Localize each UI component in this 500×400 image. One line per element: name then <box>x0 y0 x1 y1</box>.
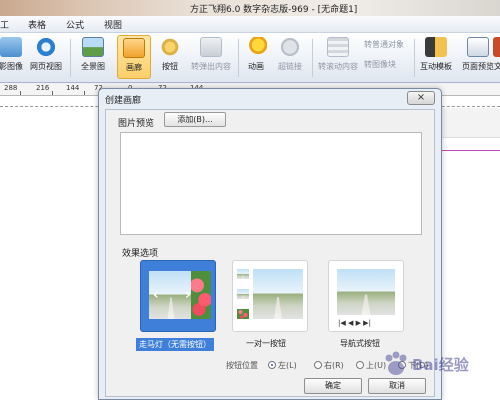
popup-icon <box>200 37 222 57</box>
ribbon-convert-image-block[interactable]: 转图像块 <box>364 59 396 70</box>
gallery-icon <box>123 38 145 58</box>
effect-option-carousel-label: 走马灯（无需按钮） <box>136 338 214 351</box>
ribbon-animation-label: 动画 <box>248 62 264 71</box>
ribbon-convert-normal-object[interactable]: 转普通对象 <box>364 39 404 50</box>
menu-item-tools[interactable]: 工 <box>0 18 9 31</box>
web-view-icon <box>35 37 57 57</box>
ribbon-popup-button[interactable]: 转弹出内容 <box>186 37 236 72</box>
dialog-title: 创建画廊 <box>105 96 142 106</box>
ribbon-web-view-label: 网页视图 <box>30 62 62 71</box>
ribbon-toolbar: 影图像 网页视图 全景图 画廊 按钮 转弹出内容 动画 超链接 转滚动内容 转普… <box>0 33 500 83</box>
ribbon-text-label: 文 <box>494 62 500 71</box>
carousel-left-arrow-icon: ‹ <box>153 287 159 303</box>
ruler-label: 216 <box>36 84 50 92</box>
ribbon-separator <box>312 39 313 77</box>
ribbon-gallery-button[interactable]: 画廊 <box>117 35 151 79</box>
ribbon-button-label: 按钮 <box>162 62 178 71</box>
carousel-thumbnail-flowers <box>191 271 211 319</box>
ruler-label: 144 <box>66 84 80 92</box>
baidu-paw-logo <box>385 351 407 375</box>
ruler-tick <box>52 91 53 95</box>
panorama-icon <box>82 37 104 57</box>
menu-bar: 工 表格 公式 视图 <box>0 16 500 33</box>
title-bar: 方正飞翔6.0 数字杂志版-969 - [无命题1] <box>0 0 500 16</box>
image-icon <box>0 37 22 57</box>
ok-button[interactable]: 确定 <box>304 378 362 394</box>
ribbon-scroll-content-label: 转滚动内容 <box>318 62 358 71</box>
dialog-close-button[interactable]: × <box>407 91 435 105</box>
ribbon-scroll-content-button[interactable]: 转滚动内容 <box>314 37 362 72</box>
button-icon <box>159 37 181 57</box>
watermark-text: Bai经验 <box>412 356 469 374</box>
effect-options-label: 效果选项 <box>122 249 159 259</box>
ribbon-image-label: 影图像 <box>0 62 23 71</box>
thumb-small-photo <box>237 289 249 299</box>
baidu-watermark: Bai经验 <box>380 344 498 388</box>
ribbon-interactive-template-label: 互动模板 <box>420 62 452 71</box>
ribbon-animation-button[interactable]: 动画 <box>242 37 270 72</box>
radio-checked-icon <box>268 361 276 369</box>
ribbon-popup-label: 转弹出内容 <box>191 62 231 71</box>
button-position-label: 按钮位置 <box>226 361 258 370</box>
ribbon-gallery-label: 画廊 <box>126 63 142 72</box>
ribbon-panorama-label: 全景图 <box>81 62 105 71</box>
ribbon-text-button[interactable]: 文 <box>492 37 500 72</box>
ruler-tick <box>84 91 85 95</box>
ruler-tick <box>20 91 21 95</box>
ribbon-separator <box>414 39 415 77</box>
canvas-side-panel <box>440 108 500 138</box>
navigation-main-photo <box>337 269 395 315</box>
menu-item-table[interactable]: 表格 <box>28 18 46 31</box>
radio-unchecked-icon <box>314 361 322 369</box>
scroll-content-icon <box>327 37 349 57</box>
ribbon-page-preview-label: 页面预览 <box>462 62 494 71</box>
position-radio-left[interactable]: 左(L) <box>268 360 297 371</box>
one-to-one-main-photo <box>253 269 303 319</box>
ribbon-separator <box>70 39 71 77</box>
effect-option-one-to-one[interactable] <box>232 260 308 332</box>
ribbon-hyperlink-label: 超链接 <box>278 62 302 71</box>
position-left-label: 左(L) <box>278 361 297 370</box>
menu-item-view[interactable]: 视图 <box>104 18 122 31</box>
page-preview-icon <box>467 37 489 57</box>
ribbon-web-view-button[interactable]: 网页视图 <box>26 37 66 72</box>
animation-icon <box>245 37 267 57</box>
add-image-button[interactable]: 添加(B)... <box>164 112 226 127</box>
margin-guide-line <box>440 150 500 151</box>
menu-item-formula[interactable]: 公式 <box>66 18 84 31</box>
position-right-label: 右(R) <box>324 361 344 370</box>
ribbon-separator <box>238 39 239 77</box>
navigation-controls-icon: |◀ ◀ ▶ ▶| <box>338 319 371 327</box>
effect-option-navigation[interactable]: |◀ ◀ ▶ ▶| <box>328 260 404 332</box>
ruler-label: 288 <box>4 84 18 92</box>
ribbon-button-button[interactable]: 按钮 <box>156 37 184 72</box>
ribbon-interactive-template-button[interactable]: 互动模板 <box>416 37 456 72</box>
position-radio-right[interactable]: 右(R) <box>314 360 344 371</box>
image-preview-area <box>120 132 422 235</box>
effect-option-navigation-label: 导航式按钮 <box>340 339 380 348</box>
radio-unchecked-icon <box>356 361 364 369</box>
effect-option-one-to-one-label: 一对一按钮 <box>246 339 286 348</box>
thumb-small-flowers <box>237 309 249 319</box>
ribbon-panorama-button[interactable]: 全景图 <box>76 37 110 72</box>
image-preview-label: 图片预览 <box>118 119 155 129</box>
app-title: 方正飞翔6.0 数字杂志版-969 - [无命题1] <box>190 5 358 15</box>
carousel-right-arrow-icon: › <box>185 287 191 303</box>
effect-option-carousel[interactable]: ‹ › <box>140 260 216 332</box>
interactive-template-icon <box>425 37 447 57</box>
thumb-small-photo <box>237 269 249 279</box>
text-icon <box>493 37 500 57</box>
close-icon: × <box>416 92 426 103</box>
ribbon-hyperlink-button[interactable]: 超链接 <box>272 37 308 72</box>
hyperlink-icon <box>279 37 301 57</box>
